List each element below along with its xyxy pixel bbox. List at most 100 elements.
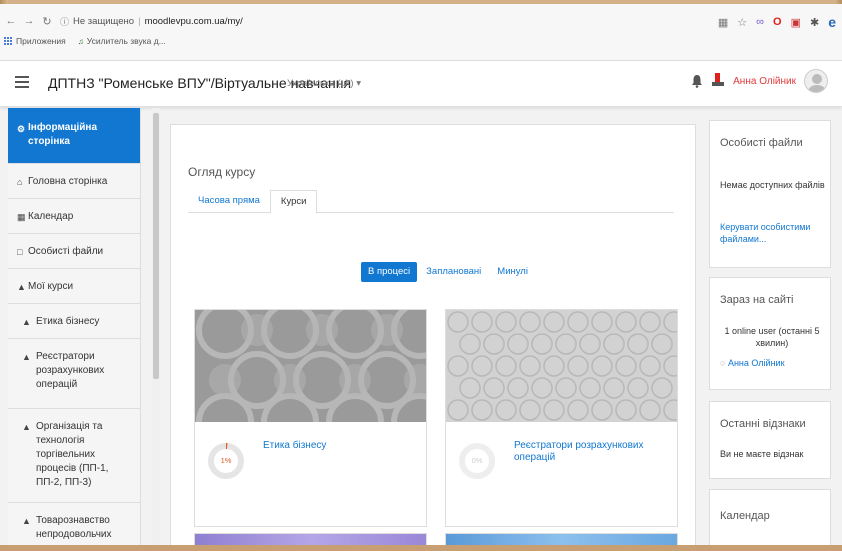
messages-icon[interactable] <box>711 73 725 89</box>
online-summary: 1 online user (останні 5 хвилин) <box>724 326 820 348</box>
graduation-cap-icon: ▲ <box>22 422 31 432</box>
course-card[interactable] <box>194 533 427 545</box>
block-title: Особисті файли <box>720 137 803 149</box>
online-user[interactable]: ○ Анна Олійник <box>720 357 785 369</box>
overview-tabs: Часова пряма Курси <box>188 190 674 214</box>
apps-grid-icon <box>4 36 13 46</box>
home-icon: ⌂ <box>17 177 23 187</box>
sidebar-item-label: Організація та технологія торгівельних п… <box>36 421 109 488</box>
graduation-cap-icon: ▲ <box>17 282 26 292</box>
online-user-link[interactable]: Анна Олійник <box>728 358 785 368</box>
translate-icon[interactable]: ▦ <box>718 16 728 29</box>
sidebar-item-label: Головна сторінка <box>28 176 108 187</box>
bookmark-apps[interactable]: Приложения <box>4 36 66 46</box>
dashboard-icon: ⚙ <box>17 124 26 134</box>
forward-icon[interactable]: → <box>22 13 36 29</box>
block-title: Останні відзнаки <box>720 418 806 430</box>
bookmark-label: Приложения <box>16 36 66 46</box>
file-icon: □ <box>17 247 23 257</box>
manage-files-link[interactable]: Керувати особистими файлами... <box>720 221 825 245</box>
address-bar[interactable]: ⓘ Не защищено | moodlevpu.com.ua/my/ <box>60 12 243 30</box>
url-text[interactable]: moodlevpu.com.ua/my/ <box>145 16 243 27</box>
badges-block: Останні відзнаки Ви не маєте відзнак <box>709 401 831 479</box>
sidebar-item-course[interactable]: ▲ Етика бізнесу <box>8 304 140 339</box>
sidebar-item-label: Особисті файли <box>28 246 104 257</box>
infinity-icon[interactable]: ∞ <box>756 16 764 28</box>
graduation-cap-icon: ▲ <box>22 317 31 327</box>
scrollbar-thumb[interactable] <box>153 113 159 379</box>
user-menu: Анна Олійник <box>691 69 828 93</box>
reload-icon[interactable]: ↻ <box>40 13 54 29</box>
user-name[interactable]: Анна Олійник <box>733 76 796 87</box>
calendar-block: Календар <box>709 489 831 545</box>
course-body: 0% Реєстратори розрахункових операцій <box>446 422 677 526</box>
extensions-area: ▦ ☆ ∞ O ▣ ✱ e <box>718 14 836 30</box>
info-icon[interactable]: ⓘ <box>60 15 69 28</box>
course-overview-card: Огляд курсу Часова пряма Курси В процесі… <box>181 137 679 545</box>
sidebar-item-label: Товарознавство непродовольчих <box>36 515 112 540</box>
extension-red-icon[interactable]: ▣ <box>791 16 801 29</box>
sidebar-item-label: Інформаційна сторінка <box>28 122 98 147</box>
progress-label: 0% <box>471 456 483 465</box>
course-card[interactable]: 0% Реєстратори розрахункових операцій <box>445 309 678 527</box>
bookmarks-bar: Приложения ♫ Усилитель звука д... <box>0 32 842 50</box>
course-image[interactable] <box>446 310 677 422</box>
sidebar-item-course[interactable]: ▲ Організація та технологія торгівельних… <box>8 409 140 503</box>
sidebar-item-dashboard[interactable]: ⚙ Інформаційна сторінка <box>8 108 140 164</box>
block-title: Зараз на сайті <box>720 294 794 306</box>
sound-extension-icon: ♫ <box>77 36 84 46</box>
security-label: Не защищено <box>73 15 135 27</box>
tab-timeline[interactable]: Часова пряма <box>188 190 270 213</box>
sidebar-item-my-courses[interactable]: ▲ Мої курси <box>8 269 140 304</box>
course-body: 1% Етика бізнесу <box>195 422 426 526</box>
sidebar-item-label: Етика бізнесу <box>36 316 100 327</box>
course-card[interactable]: 1% Етика бізнесу <box>194 309 427 527</box>
bookmark-label: Усилитель звука д... <box>86 36 166 46</box>
back-icon[interactable]: ← <box>4 13 18 29</box>
course-card[interactable] <box>445 533 678 545</box>
sidebar-item-course[interactable]: ▲ Реєстратори розрахункових операцій <box>8 339 140 409</box>
progress-label: 1% <box>220 456 232 465</box>
nav-drawer: ⚙ Інформаційна сторінка ⌂ Головна сторін… <box>8 108 141 545</box>
star-icon[interactable]: ☆ <box>737 16 747 29</box>
graduation-cap-icon: ▲ <box>22 516 31 526</box>
course-filter: В процесі Заплановані Минулі <box>361 262 535 282</box>
sidebar-item-course[interactable]: ▲ Товарознавство непродовольчих <box>8 503 140 545</box>
sidebar-item-private-files[interactable]: □ Особисті файли <box>8 234 140 269</box>
tab-courses[interactable]: Курси <box>269 190 318 214</box>
browser-screen: ← → ↻ ⓘ Не защищено | moodlevpu.com.ua/m… <box>0 4 842 545</box>
moodle-navbar: ДПТНЗ "Роменське ВПУ"/Віртуальне навчанн… <box>0 61 842 107</box>
opera-icon[interactable]: O <box>773 16 782 28</box>
block-title: Огляд курсу <box>188 165 256 179</box>
course-image[interactable] <box>195 310 426 422</box>
edge-icon[interactable]: e <box>828 14 836 30</box>
frame-bottom <box>0 545 842 551</box>
private-files-block: Особисті файли Немає доступних файлів Ке… <box>709 120 831 268</box>
bell-icon[interactable] <box>691 74 703 88</box>
avatar[interactable] <box>804 69 828 93</box>
course-name-link[interactable]: Етика бізнесу <box>263 440 423 452</box>
sidebar-item-home[interactable]: ⌂ Головна сторінка <box>8 164 140 199</box>
empty-message: Ви не маєте відзнак <box>720 449 804 459</box>
graduation-cap-icon: ▲ <box>22 352 31 362</box>
online-users-block: Зараз на сайті 1 online user (останні 5 … <box>709 277 831 390</box>
bookmark-sound[interactable]: ♫ Усилитель звука д... <box>70 36 166 46</box>
menu-toggle-icon[interactable] <box>15 76 29 88</box>
empty-message: Немає доступних файлів <box>720 180 825 190</box>
calendar-icon: ▦ <box>17 212 26 222</box>
sidebar-scrollbar[interactable] <box>152 108 160 545</box>
address-separator: | <box>138 15 141 27</box>
sidebar-item-label: Реєстратори розрахункових операцій <box>36 351 105 390</box>
puzzle-icon[interactable]: ✱ <box>810 16 819 29</box>
course-name-link[interactable]: Реєстратори розрахункових операцій <box>514 440 674 464</box>
course-overview-block: Огляд курсу Часова пряма Курси В процесі… <box>170 124 696 545</box>
browser-chrome: ← → ↻ ⓘ Не защищено | moodlevpu.com.ua/m… <box>0 4 842 61</box>
address-row: ← → ↻ ⓘ Не защищено | moodlevpu.com.ua/m… <box>0 10 842 32</box>
language-selector[interactable]: Українська (uk) ▾ <box>287 78 361 89</box>
filter-future[interactable]: Заплановані <box>419 262 488 282</box>
filter-past[interactable]: Минулі <box>490 262 535 282</box>
sidebar-item-label: Мої курси <box>28 281 74 292</box>
sidebar-item-calendar[interactable]: ▦ Календар <box>8 199 140 234</box>
block-title: Календар <box>720 510 770 522</box>
filter-in-progress[interactable]: В процесі <box>361 262 418 282</box>
